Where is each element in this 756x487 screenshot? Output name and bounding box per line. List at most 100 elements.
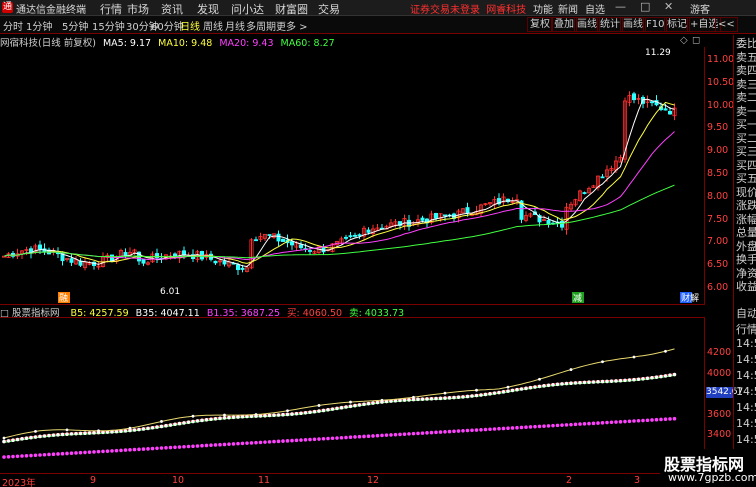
adjust-button[interactable]: 复权 <box>527 17 553 32</box>
tab-daily[interactable]: 日线 <box>180 18 200 33</box>
b135-dot <box>384 433 389 437</box>
b35-dot <box>555 382 560 387</box>
b35-dot <box>366 401 371 406</box>
b135-dot <box>173 445 177 450</box>
b35-dot <box>155 425 159 429</box>
b135-dot <box>573 422 578 427</box>
candle-body <box>123 252 128 257</box>
menu-function[interactable]: 功能 <box>533 1 553 16</box>
menu-headlines[interactable]: 新闻 <box>558 1 578 16</box>
ma20-line <box>3 131 675 261</box>
tab-intraday[interactable]: 分时 <box>3 18 23 33</box>
b35-dot <box>191 419 195 424</box>
status-link[interactable]: 网睿科技 <box>486 5 526 16</box>
quote-side-panel: 委比 卖五 卖四 卖三 卖二 卖一 买一 买二 买三 买四 买五 现价 涨跌 涨幅 总量 外盘 换手 净资 收益 <box>733 35 756 305</box>
tab-more[interactable]: 更多 > <box>276 18 308 33</box>
menu-news[interactable]: 资讯 <box>161 1 183 17</box>
b35-dot <box>438 396 443 401</box>
date-label: 10 <box>172 475 185 486</box>
close-icon[interactable]: ✕ <box>664 0 673 13</box>
b5-marker <box>506 385 510 389</box>
b35-dot <box>371 401 375 405</box>
maximize-icon[interactable]: □ <box>640 0 650 13</box>
b135-dot <box>299 438 303 442</box>
b35-dot <box>452 395 456 400</box>
b35-dot <box>92 431 96 435</box>
b135-dot <box>605 420 609 425</box>
b35-dot <box>650 375 654 380</box>
menu-trade[interactable]: 交易 <box>318 1 340 17</box>
price-tick-label: 9.50 <box>707 122 729 134</box>
b135-dot <box>272 439 276 444</box>
b135-dot <box>339 435 344 440</box>
menu-ask[interactable]: 问小达 <box>231 1 264 17</box>
tick-time-6: 14:56 <box>736 401 756 414</box>
price-tick-label: 8.50 <box>707 168 729 179</box>
candle-body <box>600 176 605 179</box>
b135-dot <box>614 420 618 424</box>
ma10-line <box>3 101 675 264</box>
tab-weekly[interactable]: 周线 <box>203 18 223 33</box>
settings-icon[interactable]: ◇ <box>680 35 688 46</box>
b35-dot <box>173 422 177 427</box>
b5-marker <box>569 368 573 371</box>
b135-dot <box>312 437 317 442</box>
indicator-plot[interactable] <box>0 318 705 474</box>
b135-dot <box>96 449 101 454</box>
tab-monthly[interactable]: 月线 <box>225 18 245 33</box>
menu-watchlist[interactable]: 自选 <box>585 1 605 16</box>
b135-dot <box>83 450 87 455</box>
b135-dot <box>551 423 555 428</box>
b135-dot <box>587 421 591 426</box>
b135-dot <box>317 437 321 441</box>
b35-dot <box>483 392 488 397</box>
menu-market[interactable]: 市场 <box>127 1 149 17</box>
b135-dot <box>2 455 6 459</box>
tab-multi-period[interactable]: 多周期 <box>246 18 276 33</box>
menu-quotes[interactable]: 行情 <box>100 1 122 17</box>
candle-body <box>69 258 74 263</box>
minimize-icon[interactable]: — <box>615 0 626 13</box>
tab-15min[interactable]: 15分钟 <box>92 18 125 33</box>
collapse-button[interactable]: << <box>715 17 738 32</box>
date-label: 12 <box>367 475 380 486</box>
menu-wealth[interactable]: 财富圈 <box>275 1 308 17</box>
b35-dot <box>429 396 434 401</box>
tick-time-2: 14:56 <box>736 337 756 350</box>
indicator-chart[interactable] <box>0 317 705 473</box>
b135-dot <box>564 423 569 427</box>
b35-dot <box>227 415 231 420</box>
b5-marker <box>664 349 667 353</box>
login-status[interactable]: 证券交易未登录 网睿科技 <box>410 1 526 16</box>
b135-dot <box>420 431 425 435</box>
b35-dot <box>299 411 303 416</box>
b135-dot <box>92 450 96 454</box>
b35-dot <box>614 379 618 383</box>
tab-1min[interactable]: 1分钟 <box>26 18 52 33</box>
b35-dot <box>672 372 677 377</box>
b135-dot <box>362 434 366 439</box>
price-chart[interactable]: 11.29 6.01 融 减 财解 <box>0 47 705 305</box>
expand-icon[interactable]: ◻ <box>692 35 700 46</box>
price-tick-label: 8.00 <box>707 190 729 202</box>
menu-guest[interactable]: 游客 <box>690 1 710 16</box>
b35-dot <box>29 435 33 440</box>
tab-60min[interactable]: 60分钟 <box>151 18 184 33</box>
b135-dot <box>290 438 294 443</box>
candlestick-chart[interactable]: 11.29 6.01 融 减 财解 <box>0 47 705 305</box>
event-tag: 融 <box>59 293 68 304</box>
b35-dot <box>591 380 596 384</box>
tab-5min[interactable]: 5分钟 <box>62 18 88 33</box>
b135-dot <box>389 433 393 437</box>
app-logo-icon: 通 <box>2 2 13 13</box>
candle-body <box>154 253 159 259</box>
b135-dot <box>191 444 195 449</box>
menu-discover[interactable]: 发现 <box>197 1 219 17</box>
price-tick-label: 10.00 <box>707 99 735 111</box>
b35-dot <box>69 432 74 436</box>
b135-dot <box>456 429 461 433</box>
b35-dot <box>447 396 452 400</box>
b135-dot <box>546 424 551 428</box>
b35-dot <box>321 408 326 413</box>
b35-dot <box>506 389 510 393</box>
